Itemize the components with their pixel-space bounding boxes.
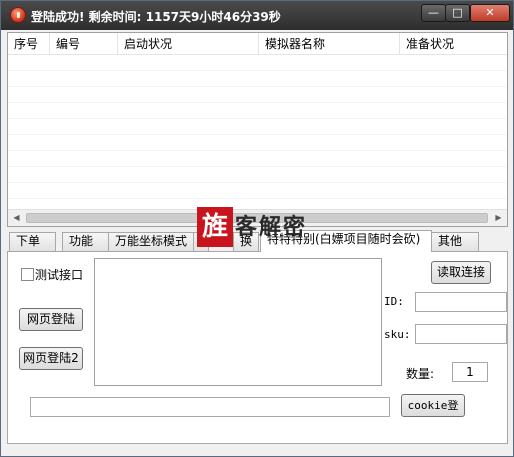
main-window: 登陆成功! 剩余时间: 1157天9小时46分39秒 — □ ✕ 序号 编号 启… [0, 0, 514, 457]
column-header-emulator-name[interactable]: 模拟器名称 [259, 33, 400, 55]
table-row [8, 55, 507, 71]
minimize-button[interactable]: — [421, 4, 446, 22]
quantity-label: 数量: [406, 367, 435, 381]
table-row [8, 119, 507, 135]
scroll-left-icon[interactable]: ◀ [8, 210, 25, 226]
table-row [8, 87, 507, 103]
checkbox-label: 测试接口 [35, 268, 84, 282]
column-header-id[interactable]: 编号 [50, 33, 118, 55]
tab-other[interactable]: 其他 [431, 232, 479, 251]
maximize-button[interactable]: □ [445, 4, 470, 22]
watermark: 旌 客解密 [197, 207, 369, 249]
read-connection-button[interactable]: 读取连接 [431, 261, 491, 284]
window-title: 登陆成功! 剩余时间: 1157天9小时46分39秒 [31, 10, 281, 24]
id-label: ID: [384, 295, 404, 308]
watermark-text: 客解密 [235, 214, 308, 240]
close-button[interactable]: ✕ [470, 4, 510, 22]
table-row [8, 151, 507, 167]
table-row [8, 183, 507, 199]
table-row [8, 167, 507, 183]
web-login-button[interactable]: 网页登陆 [19, 308, 83, 331]
list-header: 序号 编号 启动状况 模拟器名称 准备状况 [8, 33, 507, 55]
tab-coordinate-mode[interactable]: 万能坐标模式 [108, 232, 194, 251]
cookie-input[interactable] [30, 397, 390, 417]
sku-input[interactable] [415, 324, 507, 344]
table-row [8, 135, 507, 151]
quantity-input[interactable]: 1 [452, 362, 488, 382]
tab-order[interactable]: 下单 [9, 232, 56, 251]
log-textarea[interactable] [94, 258, 382, 386]
scroll-right-icon[interactable]: ▶ [490, 210, 507, 226]
watermark-logo: 旌 [197, 207, 233, 247]
table-row [8, 71, 507, 87]
test-interface-checkbox[interactable]: 测试接口 [21, 266, 83, 282]
sku-label: sku: [384, 328, 411, 341]
column-header-launch-status[interactable]: 启动状况 [118, 33, 259, 55]
id-input[interactable] [415, 292, 507, 312]
emulator-list[interactable]: 序号 编号 启动状况 模拟器名称 准备状况 ◀ ▶ [7, 32, 508, 227]
cookie-login-button[interactable]: cookie登 [401, 394, 465, 417]
table-row [8, 103, 507, 119]
list-body [8, 55, 507, 205]
column-header-index[interactable]: 序号 [8, 33, 50, 55]
tab-function[interactable]: 功能 [62, 232, 109, 251]
column-header-ready-status[interactable]: 准备状况 [400, 33, 507, 55]
title-bar: 登陆成功! 剩余时间: 1157天9小时46分39秒 — □ ✕ [1, 1, 513, 30]
web-login-2-button[interactable]: 网页登陆2 [19, 347, 83, 370]
app-icon [10, 7, 26, 23]
checkbox-box[interactable] [21, 268, 34, 281]
